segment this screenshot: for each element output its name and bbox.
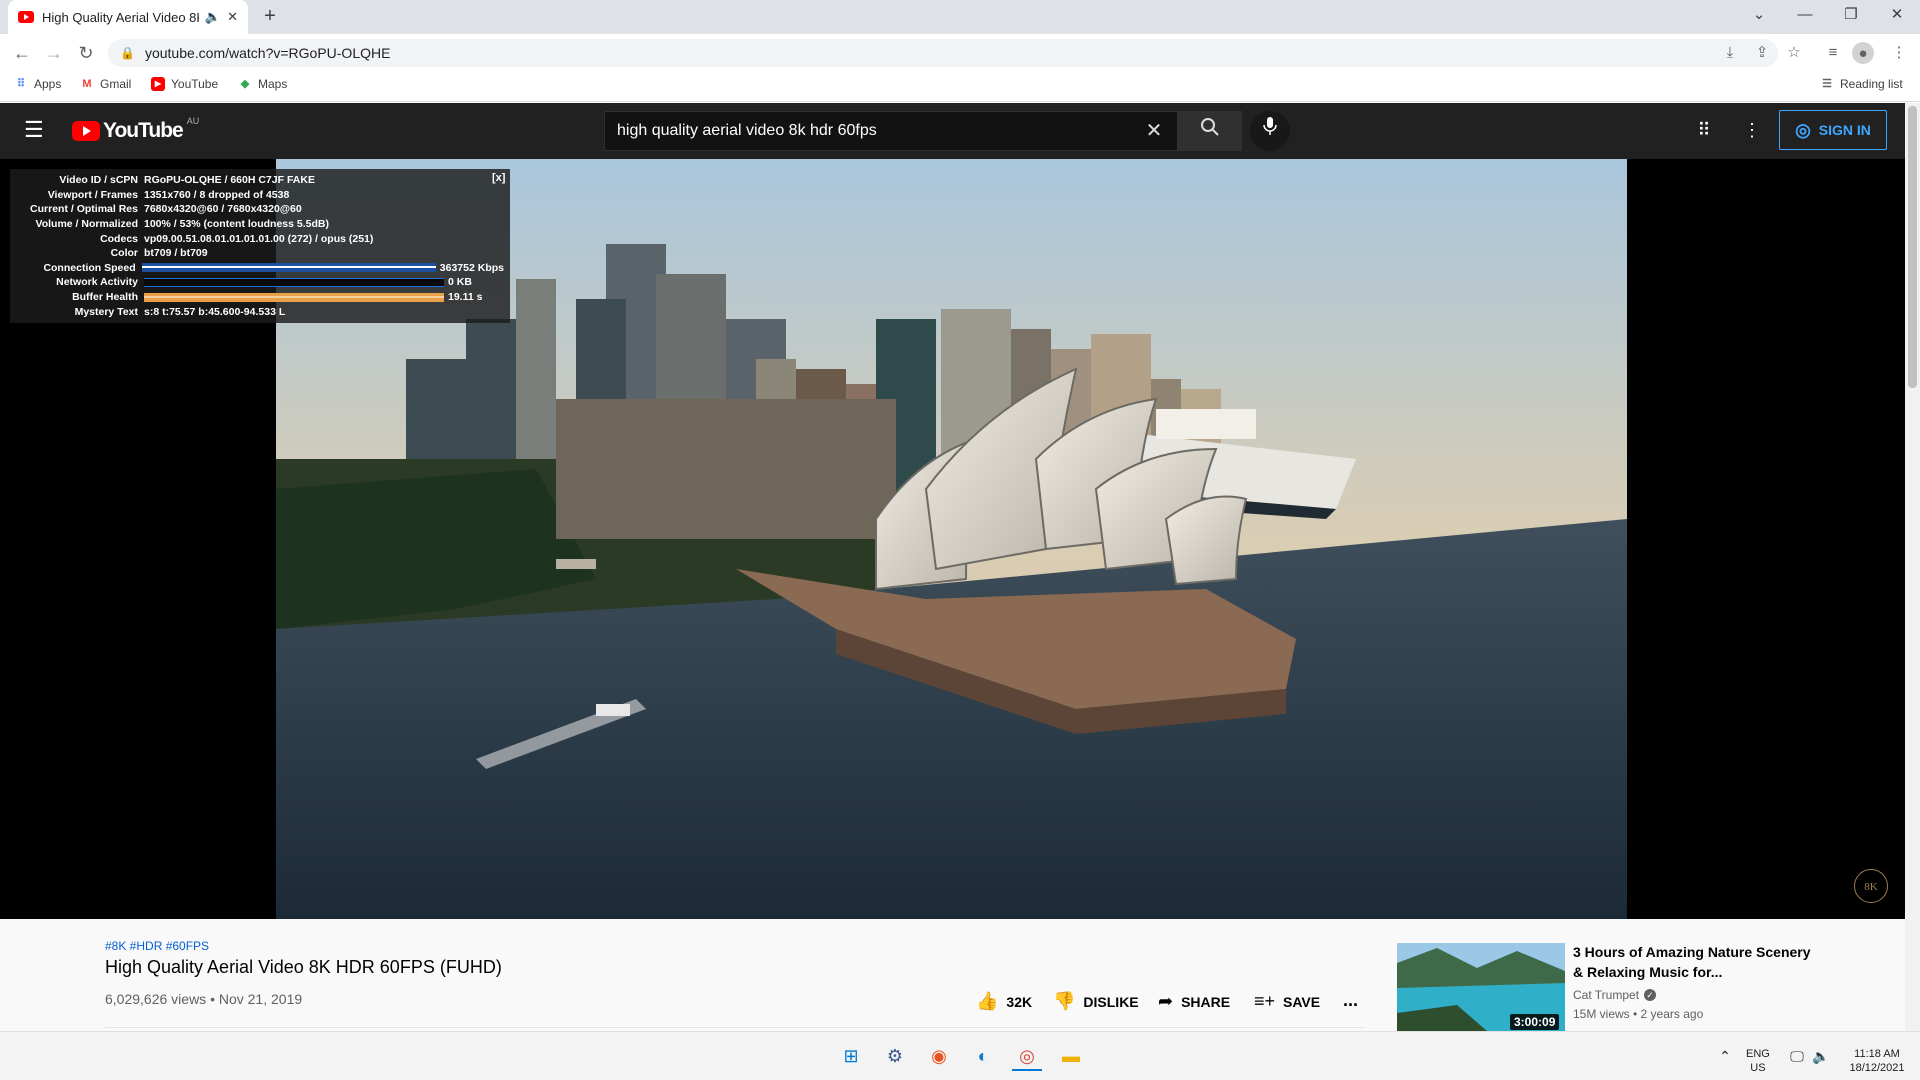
address-bar[interactable]: 🔒 youtube.com/watch?v=RGoPU-OLQHE <box>108 39 1778 67</box>
bookmark-star-icon[interactable]: ☆ <box>1781 41 1807 65</box>
voice-search-button[interactable] <box>1250 111 1290 151</box>
related-video-title[interactable]: 3 Hours of Amazing Nature Scenery & Rela… <box>1573 942 1813 982</box>
connection-speed-row: Connection Speed 363752 Kbps <box>43 261 504 274</box>
clock[interactable]: 11:18 AM 18/12/2021 <box>1842 1047 1912 1075</box>
stats-row: Video ID / sCPN RGoPU-OLQHE / 660H C7JF F… <box>59 174 315 187</box>
back-icon[interactable]: ← <box>8 40 36 66</box>
settings-icon[interactable]: ⚙ <box>880 1041 910 1071</box>
add-playlist-icon: ≡+ <box>1254 991 1276 1011</box>
tab-title: High Quality Aerial Video 8K <box>42 9 199 25</box>
reload-icon[interactable]: ↻ <box>72 40 100 66</box>
tab-strip <box>0 0 1920 34</box>
stats-row: Color bt709 / bt709 <box>110 247 208 260</box>
file-explorer-icon[interactable]: ▬ <box>1056 1041 1086 1071</box>
share-icon: ➦ <box>1158 991 1174 1011</box>
scrollbar-thumb[interactable] <box>1908 106 1917 388</box>
maps-icon: ◆ <box>240 78 250 90</box>
stats-row: Codecs vp09.00.51.08.01.01.01.01.00 (272)… <box>100 232 374 245</box>
buffer-health-graph <box>144 292 444 302</box>
search-icon <box>1201 118 1219 136</box>
youtube-icon: ▶ <box>151 77 165 91</box>
verified-icon: ✓ <box>1644 989 1657 1001</box>
connection-speed-graph <box>141 263 436 273</box>
stats-row: Viewport / Frames 1351x760 / 8 dropped of… <box>47 188 290 201</box>
close-window-button[interactable]: ✕ <box>1874 0 1920 30</box>
video-hashtags[interactable]: #8K #HDR #60FPS <box>105 939 209 953</box>
menu-icon[interactable]: ☰ <box>24 118 48 142</box>
stats-close-button[interactable]: [x] <box>492 172 505 184</box>
url-text: youtube.com/watch?v=RGoPU-OLQHE <box>144 45 391 61</box>
thumbs-up-icon: 👍 <box>976 991 999 1011</box>
network-activity-graph <box>144 277 444 287</box>
close-tab-icon[interactable]: ✕ <box>227 9 238 25</box>
stats-for-nerds-panel: Video ID / sCPN RGoPU-OLQHE / 660H C7JF F… <box>10 169 510 323</box>
install-icon[interactable]: ⤓ <box>1717 41 1743 65</box>
tray-chevron-icon[interactable]: ⌃ <box>1710 1041 1740 1071</box>
tab-search-icon[interactable]: ⌄ <box>1736 0 1782 30</box>
stats-row: Volume / Normalized 100% / 53% (content l… <box>35 218 329 231</box>
minimize-button[interactable]: — <box>1782 0 1828 30</box>
windows-taskbar <box>0 1031 1920 1080</box>
browser-tab[interactable]: High Quality Aerial Video 8K 🔈 ✕ <box>8 0 248 34</box>
microphone-icon <box>1263 117 1277 135</box>
new-tab-button[interactable]: + <box>258 5 282 29</box>
share-button[interactable]: ➦ SHARE <box>1158 991 1230 1012</box>
bookmark-gmail[interactable]: M Gmail <box>80 77 131 91</box>
video-duration-badge: 3:00:09 <box>1510 1014 1560 1030</box>
volume-icon[interactable]: 🔈 <box>1806 1041 1836 1071</box>
edge-icon[interactable]: ◐ <box>968 1041 998 1071</box>
search-input[interactable]: high quality aerial video 8k hdr 60fps <box>604 111 1178 151</box>
related-video-meta: 15M views • 2 years ago <box>1573 1007 1704 1021</box>
bookmark-maps[interactable]: ◆ Maps <box>238 77 288 91</box>
thumbs-down-icon: 👎 <box>1053 991 1076 1011</box>
apps-grid-icon: ⠿ <box>16 78 26 90</box>
youtube-apps-icon[interactable]: ⠿ <box>1692 118 1716 142</box>
account-icon: ◎ <box>1795 119 1811 140</box>
save-button[interactable]: ≡+ SAVE <box>1254 991 1320 1012</box>
bookmark-apps[interactable]: ⠿ Apps <box>14 77 61 91</box>
video-view-count: 6,029,626 views • Nov 21, 2019 <box>105 991 303 1007</box>
related-channel-name[interactable]: Cat Trumpet ✓ <box>1573 988 1657 1002</box>
forward-icon[interactable]: → <box>40 40 68 66</box>
mystery-text-row: Mystery Text s:8 t:75.57 b:45.600-94.533 … <box>74 305 286 318</box>
bookmarks-bar <box>0 72 1920 102</box>
browser-menu-icon[interactable]: ⋮ <box>1886 41 1912 65</box>
profile-avatar-icon[interactable]: ● <box>1852 42 1874 64</box>
gmail-icon: M <box>82 78 92 90</box>
buffer-health-row: Buffer Health 19.11 s <box>72 291 483 304</box>
more-actions-button[interactable]: ... <box>1343 990 1358 1011</box>
start-icon[interactable]: ⊞ <box>836 1041 866 1071</box>
restore-button[interactable]: ❐ <box>1828 0 1874 30</box>
bookmark-youtube[interactable]: ▶ YouTube <box>151 77 218 91</box>
clear-search-icon[interactable]: ✕ <box>1140 118 1168 144</box>
like-button[interactable]: 👍 32K <box>976 991 1032 1012</box>
speaker-icon[interactable]: 🔈 <box>205 9 221 25</box>
divider <box>105 1027 1365 1028</box>
youtube-logo[interactable]: YouTube AU <box>72 116 199 143</box>
video-title: High Quality Aerial Video 8K HDR 60FPS (… <box>105 957 502 977</box>
reading-list-icon: ☰ <box>1822 78 1832 90</box>
network-activity-row: Network Activity 0 KB <box>56 276 472 289</box>
youtube-favicon-icon <box>18 11 34 23</box>
youtube-play-icon <box>72 121 100 141</box>
chrome-icon[interactable]: ◎ <box>1012 1041 1042 1071</box>
ubuntu-icon[interactable]: ◉ <box>924 1041 954 1071</box>
search-button[interactable] <box>1178 111 1242 151</box>
dislike-button[interactable]: 👎 DISLIKE <box>1053 991 1139 1012</box>
lock-icon: 🔒 <box>120 46 135 60</box>
stats-row: Current / Optimal Res 7680x4320@60 / 7680… <box>30 203 302 216</box>
sign-in-button[interactable]: ◎ SIGN IN <box>1779 110 1887 150</box>
media-control-icon[interactable]: ≡ <box>1820 41 1846 65</box>
language-indicator[interactable]: ENG US <box>1746 1047 1770 1075</box>
channel-watermark[interactable]: 8K <box>1854 869 1888 903</box>
reading-list-button[interactable]: ☰ Reading list <box>1820 77 1903 91</box>
share-page-icon[interactable]: ⇪ <box>1749 41 1775 65</box>
settings-more-icon[interactable]: ⋮ <box>1740 118 1764 142</box>
